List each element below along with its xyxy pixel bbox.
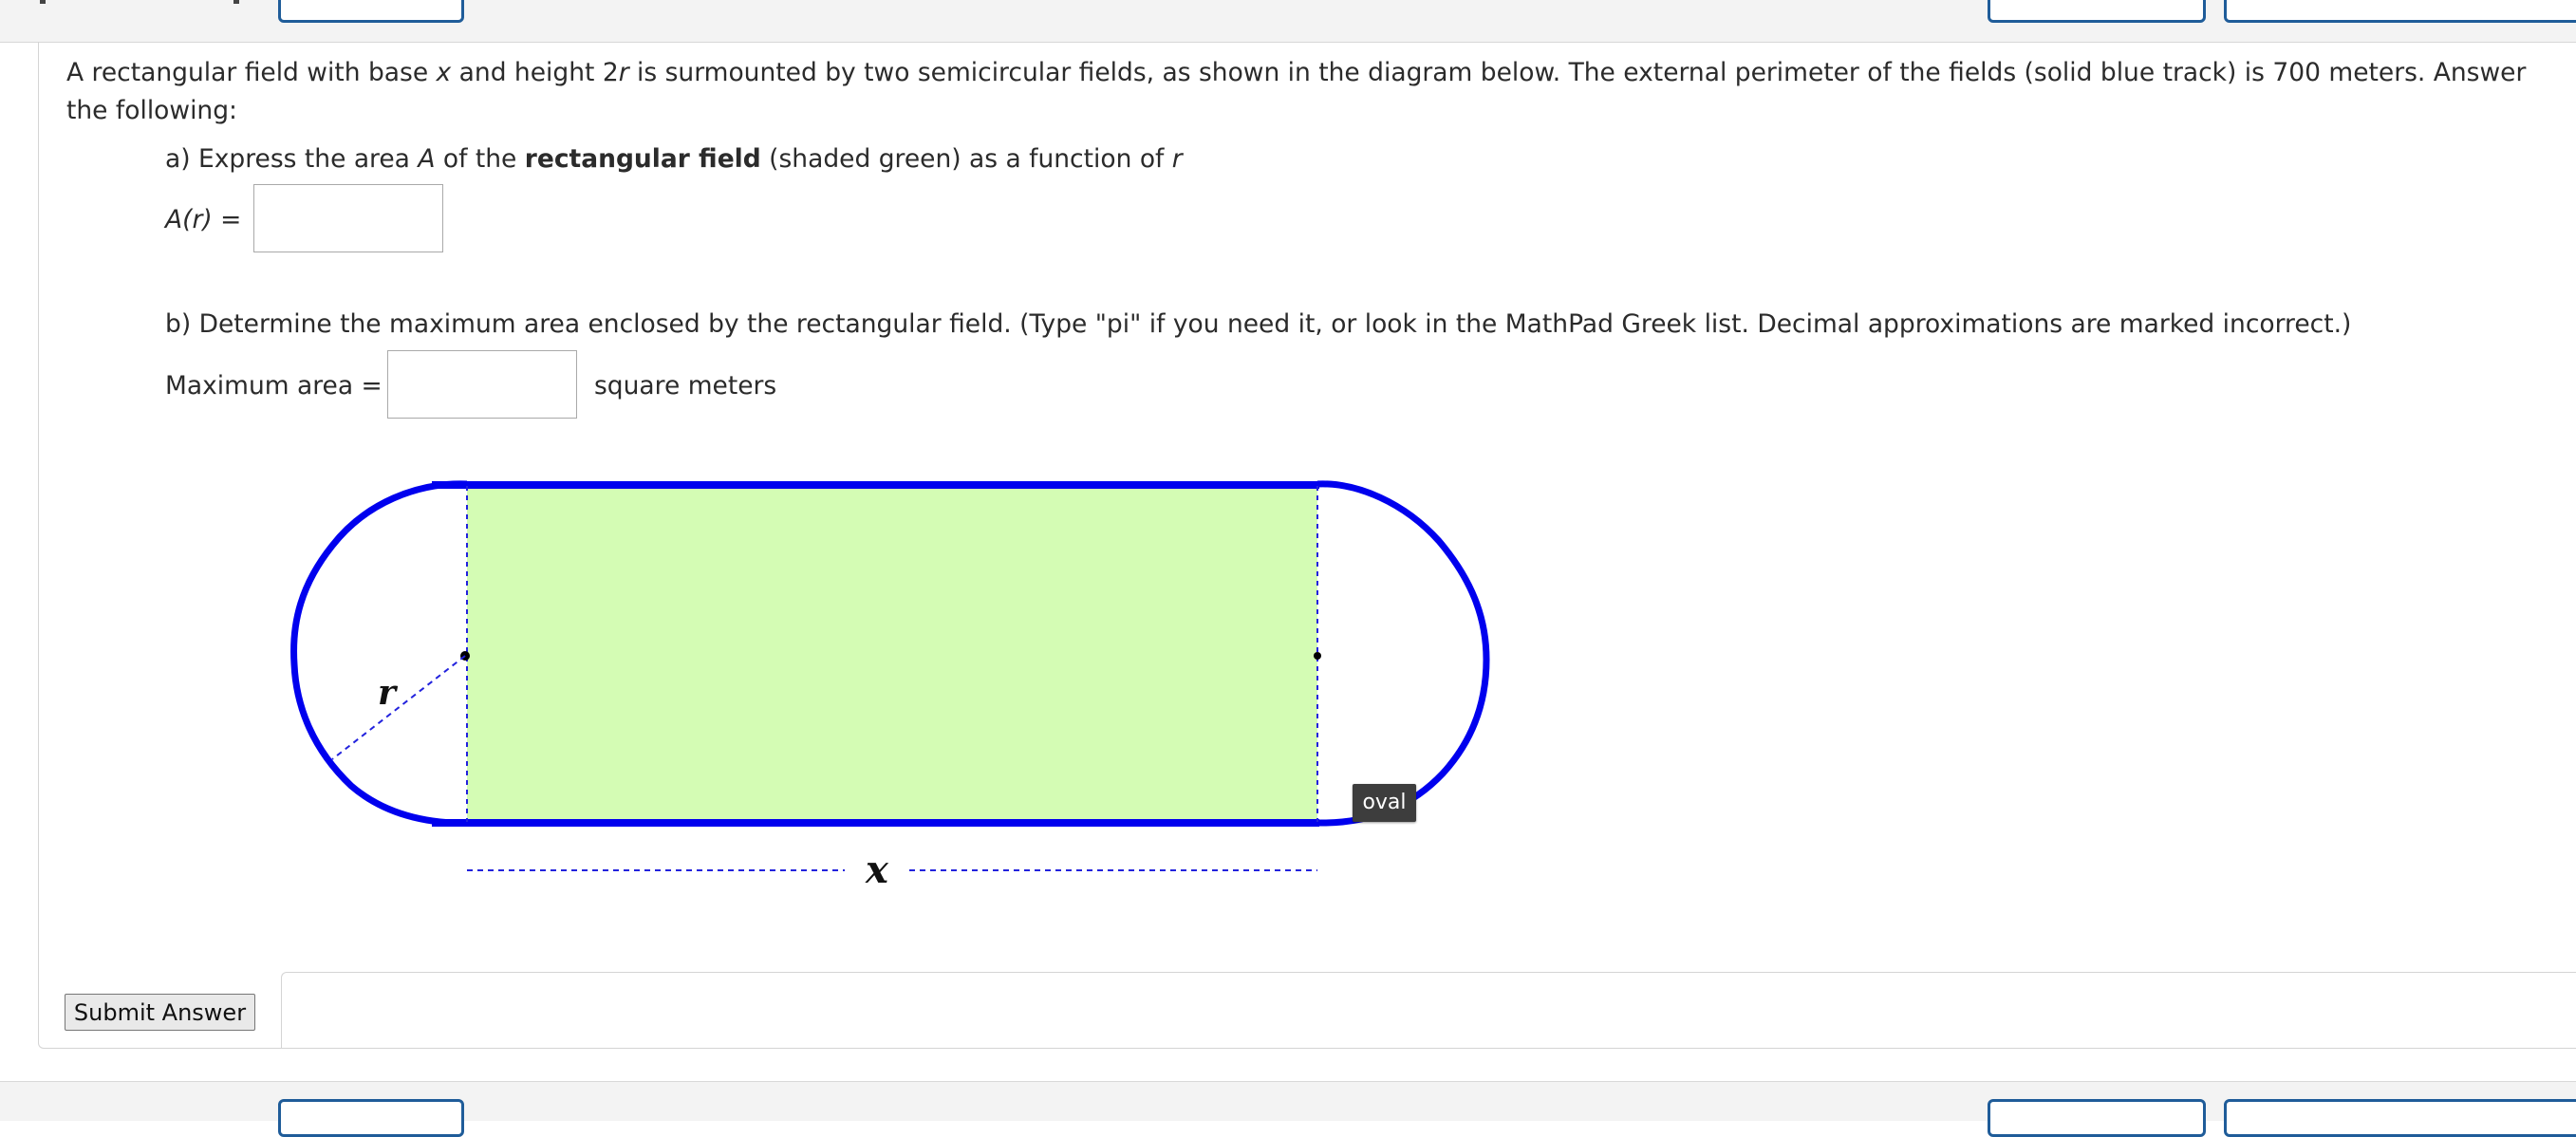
toolbar-button[interactable]: [2224, 1099, 2576, 1137]
submit-area-divider: [281, 972, 2576, 1049]
radius-line: [331, 655, 466, 760]
right-semicircle: [1316, 480, 1490, 827]
field-diagram: r x: [290, 480, 1490, 892]
bottom-toolbar: [0, 1081, 2576, 1137]
left-semicircle: [290, 480, 468, 827]
submit-answer-button[interactable]: Submit Answer: [65, 994, 255, 1031]
base-label: x: [865, 848, 889, 892]
rectangular-field: [467, 484, 1317, 824]
radius-label: r: [378, 673, 399, 713]
oval-tooltip: oval: [1353, 784, 1416, 822]
toolbar-button[interactable]: [1988, 1099, 2206, 1137]
right-center-point: [1314, 652, 1321, 660]
toolbar-button[interactable]: [278, 1099, 464, 1137]
